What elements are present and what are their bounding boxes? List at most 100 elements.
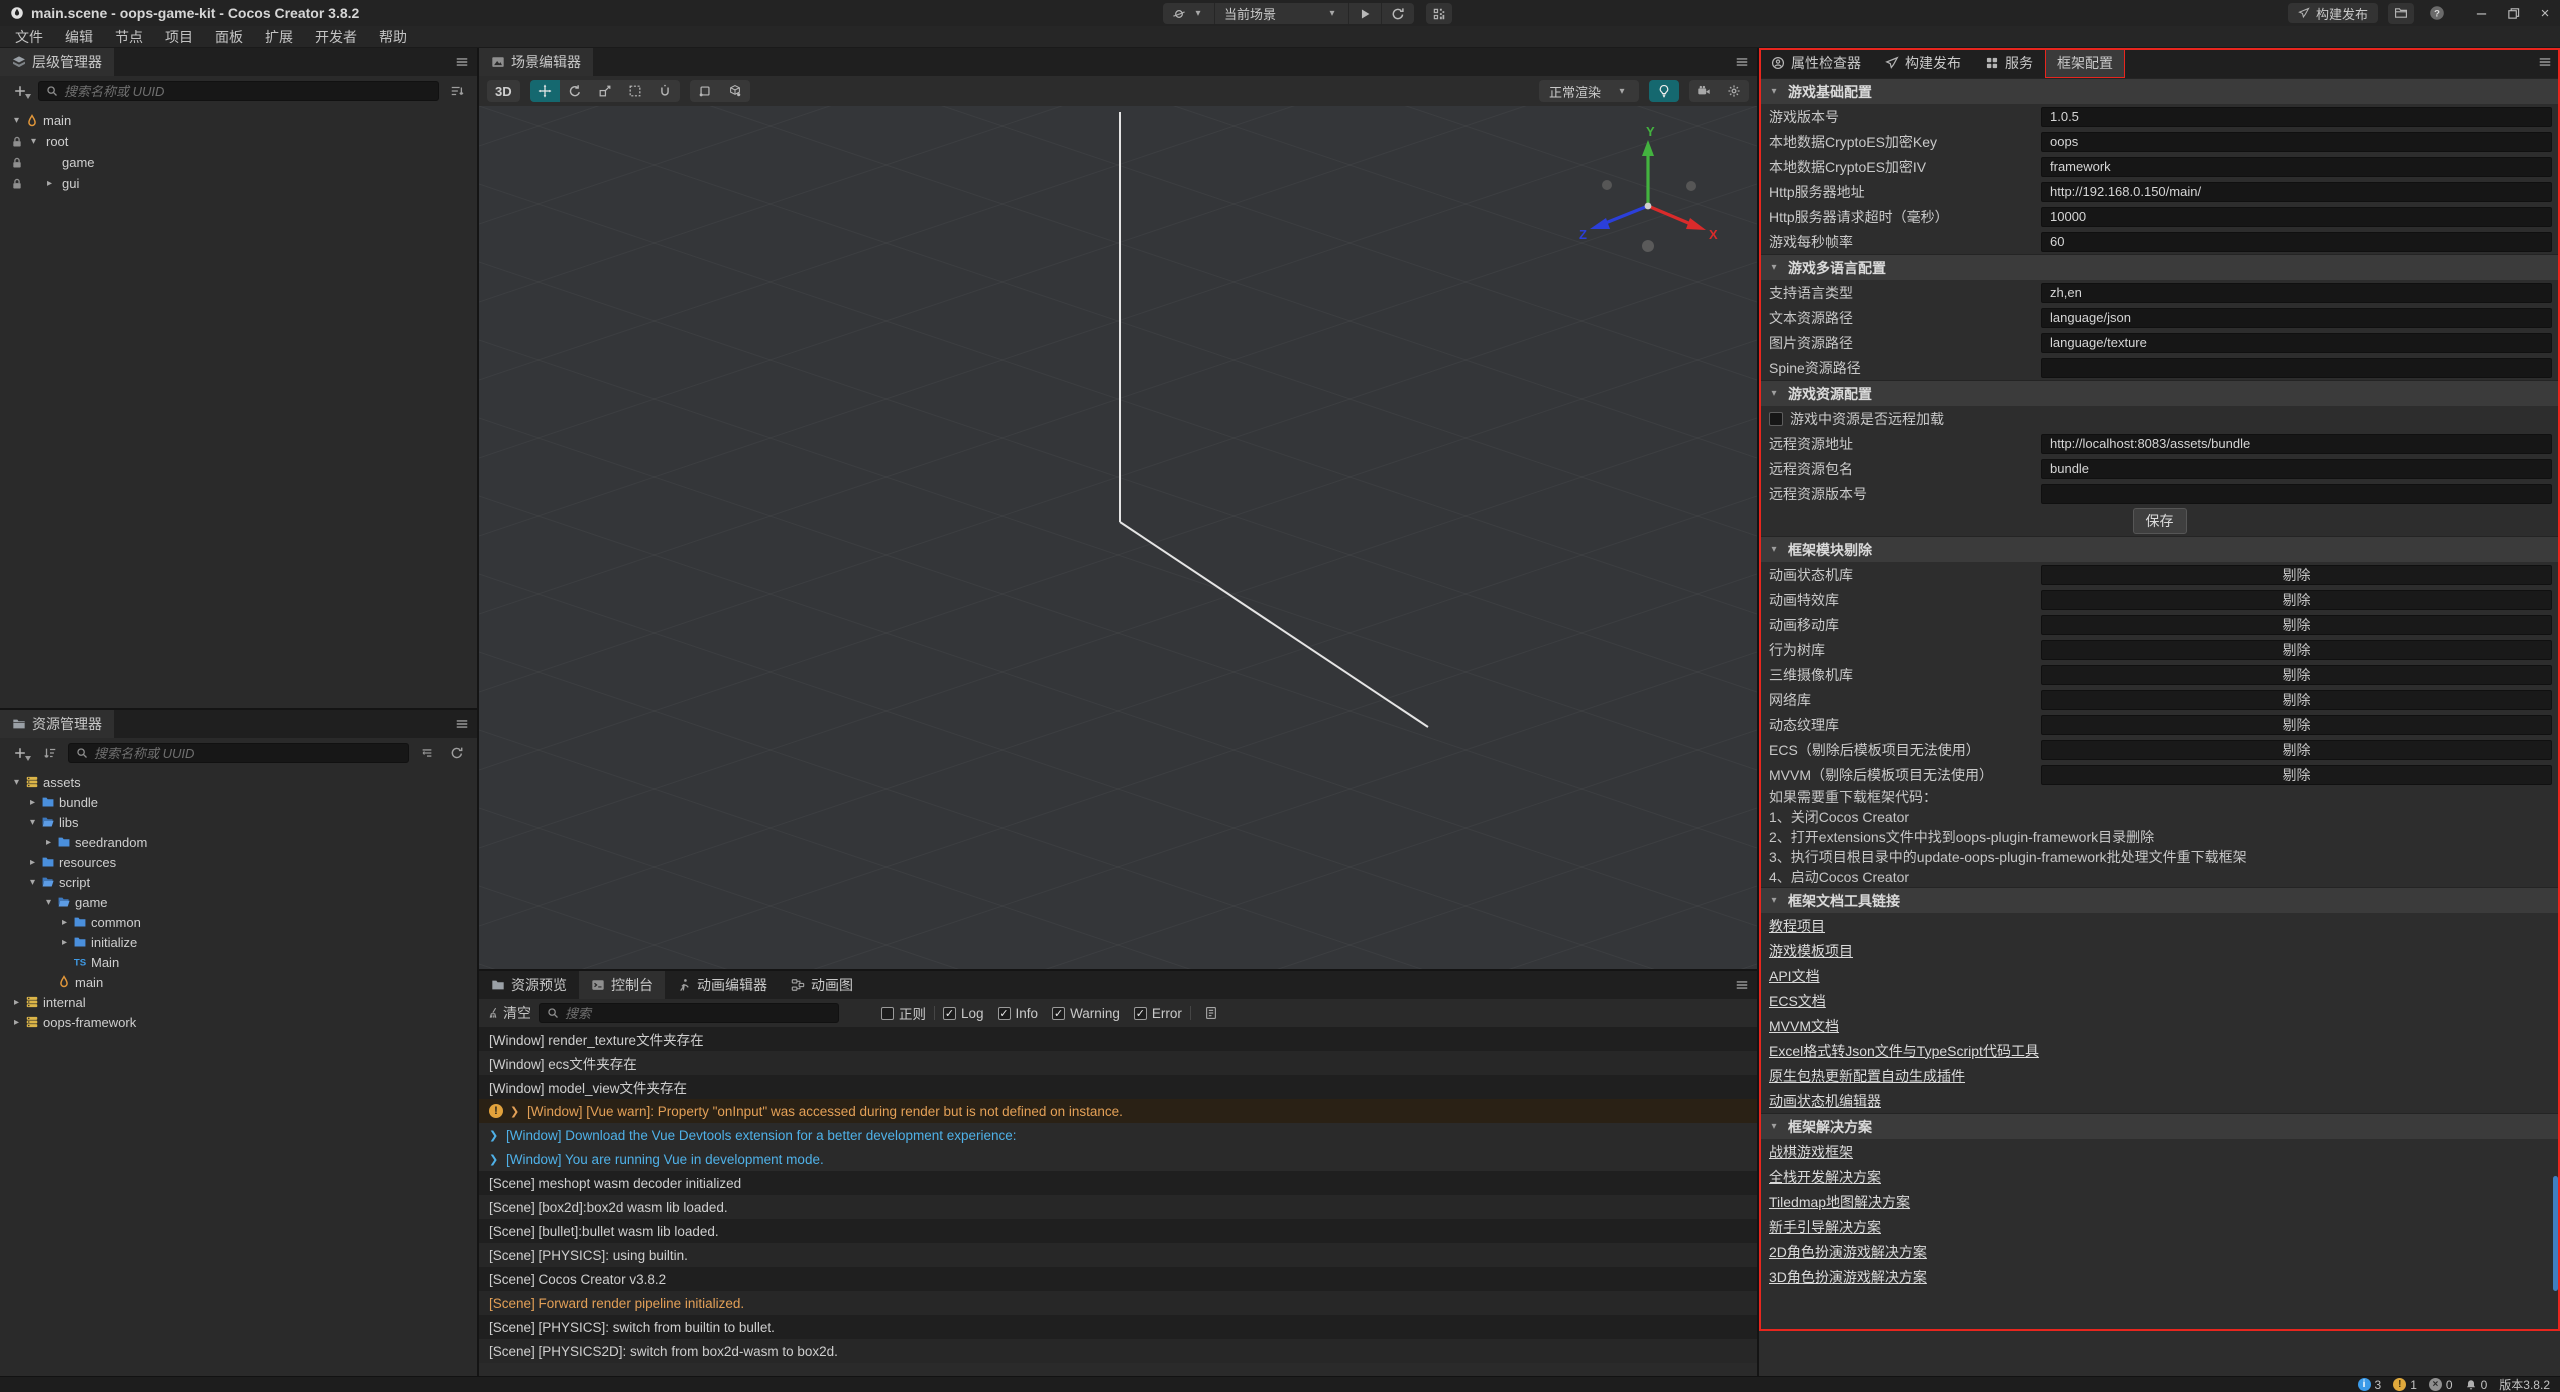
tab-属性检查器[interactable]: 属性检查器: [1759, 48, 1873, 78]
console-search[interactable]: [539, 1003, 839, 1023]
log-row[interactable]: [Window] model_view文件夹存在: [479, 1075, 1757, 1099]
refresh-assets-button[interactable]: [445, 743, 469, 763]
menu-item-1[interactable]: 编辑: [54, 26, 104, 48]
expand-chevron-icon[interactable]: ❯: [489, 1153, 499, 1166]
field-input[interactable]: http://192.168.0.150/main/: [2041, 182, 2552, 202]
panel-menu-icon[interactable]: [1735, 978, 1749, 992]
log-row[interactable]: [Scene] [PHYSICS]: using builtin.: [479, 1243, 1757, 1267]
asset-node-internal[interactable]: ▸internal: [0, 992, 477, 1012]
chevron-icon[interactable]: ▾: [26, 877, 40, 888]
menu-item-7[interactable]: 帮助: [368, 26, 418, 48]
save-button[interactable]: 保存: [2133, 508, 2187, 534]
info-counter[interactable]: i 3: [2358, 1378, 2382, 1392]
chevron-icon[interactable]: ▾: [27, 136, 41, 147]
tab-框架配置[interactable]: 框架配置: [2045, 48, 2125, 78]
remove-module-button[interactable]: 剔除: [2041, 565, 2552, 585]
log-row[interactable]: [Window] render_texture文件夹存在: [479, 1027, 1757, 1051]
asset-node-game[interactable]: ▾game: [0, 892, 477, 912]
maximize-button[interactable]: [2506, 6, 2520, 20]
filter-warning[interactable]: ✓Warning: [1052, 1006, 1120, 1021]
remove-module-button[interactable]: 剔除: [2041, 615, 2552, 635]
field-input[interactable]: bundle: [2041, 459, 2552, 479]
asset-node-bundle[interactable]: ▸bundle: [0, 792, 477, 812]
sort-assets-button[interactable]: [38, 743, 62, 763]
regex-toggle[interactable]: 正则: [881, 1003, 926, 1023]
tree-node-gui[interactable]: ▸gui: [0, 173, 477, 194]
help-button[interactable]: ?: [2424, 3, 2450, 24]
remove-module-button[interactable]: 剔除: [2041, 640, 2552, 660]
asset-node-libs[interactable]: ▾libs: [0, 812, 477, 832]
chevron-icon[interactable]: ▾: [26, 817, 40, 828]
warning-counter[interactable]: ! 1: [2393, 1378, 2417, 1392]
section-header[interactable]: ▾游戏基础配置: [1759, 78, 2560, 104]
log-row[interactable]: [Scene] [box2d]:box2d wasm lib loaded.: [479, 1195, 1757, 1219]
doc-link[interactable]: Excel格式转Json文件与TypeScript代码工具: [1769, 1041, 2039, 1061]
asset-node-seedrandom[interactable]: ▸seedrandom: [0, 832, 477, 852]
asset-node-resources[interactable]: ▸resources: [0, 852, 477, 872]
error-counter[interactable]: × 0: [2429, 1378, 2453, 1392]
log-row[interactable]: [Scene] [bullet]:bullet wasm lib loaded.: [479, 1219, 1757, 1243]
doc-link[interactable]: 全栈开发解决方案: [1769, 1167, 1881, 1187]
doc-link[interactable]: 战棋游戏框架: [1769, 1142, 1853, 1162]
field-input[interactable]: [2041, 358, 2552, 378]
scrollbar-thumb[interactable]: [2553, 1176, 2558, 1291]
minimize-button[interactable]: [2474, 6, 2488, 20]
menu-item-3[interactable]: 项目: [154, 26, 204, 48]
field-input[interactable]: framework: [2041, 157, 2552, 177]
field-input[interactable]: 1.0.5: [2041, 107, 2552, 127]
chevron-icon[interactable]: ▾: [10, 777, 24, 788]
lighting-toggle-button[interactable]: [1649, 80, 1679, 102]
chevron-icon[interactable]: ▸: [26, 797, 40, 808]
tree-node-game[interactable]: game: [0, 152, 477, 173]
scene-viewport[interactable]: Y X Z: [479, 106, 1757, 969]
scene-camera-button[interactable]: [1689, 80, 1719, 102]
chevron-icon[interactable]: ▸: [58, 937, 72, 948]
launch-scene-select[interactable]: 当前场景 ▾: [1215, 3, 1349, 24]
section-header[interactable]: ▾框架文档工具链接: [1759, 887, 2560, 913]
3d-mode-button[interactable]: 3D: [487, 80, 520, 102]
doc-link[interactable]: 3D角色扮演游戏解决方案: [1769, 1267, 1927, 1287]
field-input[interactable]: language/json: [2041, 308, 2552, 328]
field-input[interactable]: zh,en: [2041, 283, 2552, 303]
remove-module-button[interactable]: 剔除: [2041, 665, 2552, 685]
log-file-button[interactable]: [1199, 1003, 1223, 1023]
tree-node-main[interactable]: ▾main: [0, 110, 477, 131]
section-header[interactable]: ▾游戏资源配置: [1759, 380, 2560, 406]
render-mode-select[interactable]: 正常渲染 ▾: [1539, 80, 1639, 102]
filter-log[interactable]: ✓Log: [943, 1006, 984, 1021]
play-button[interactable]: [1349, 3, 1382, 24]
tab-scene-editor[interactable]: 场景编辑器: [479, 48, 593, 76]
field-input[interactable]: http://localhost:8083/assets/bundle: [2041, 434, 2552, 454]
doc-link[interactable]: 游戏模板项目: [1769, 941, 1853, 961]
panel-menu-icon[interactable]: [455, 55, 469, 69]
field-input[interactable]: oops: [2041, 132, 2552, 152]
asset-node-common[interactable]: ▸common: [0, 912, 477, 932]
doc-link[interactable]: MVVM文档: [1769, 1016, 1839, 1036]
assets-search[interactable]: [68, 743, 409, 763]
rotate-tool-button[interactable]: [560, 80, 590, 102]
scene-settings-button[interactable]: [1719, 80, 1749, 102]
regex-checkbox[interactable]: [881, 1007, 894, 1020]
hierarchy-search[interactable]: [38, 81, 439, 101]
log-row[interactable]: [Scene] [PHYSICS]: switch from builtin t…: [479, 1315, 1757, 1339]
doc-link[interactable]: 动画状态机编辑器: [1769, 1091, 1881, 1111]
log-row[interactable]: ❯[Window] Download the Vue Devtools exte…: [479, 1123, 1757, 1147]
filter-checkbox[interactable]: ✓: [1134, 1007, 1147, 1020]
expand-chevron-icon[interactable]: ❯: [489, 1129, 499, 1142]
menu-item-5[interactable]: 扩展: [254, 26, 304, 48]
remove-module-button[interactable]: 剔除: [2041, 740, 2552, 760]
menu-item-4[interactable]: 面板: [204, 26, 254, 48]
field-input[interactable]: 10000: [2041, 207, 2552, 227]
tab-assets[interactable]: 资源管理器: [0, 710, 114, 738]
filter-checkbox[interactable]: ✓: [943, 1007, 956, 1020]
field-input[interactable]: 60: [2041, 232, 2552, 252]
remote-load-checkbox[interactable]: [1769, 412, 1783, 426]
log-row[interactable]: [Scene] Cocos Creator v3.8.2: [479, 1267, 1757, 1291]
remove-module-button[interactable]: 剔除: [2041, 690, 2552, 710]
chevron-icon[interactable]: ▸: [10, 997, 24, 1008]
asset-node-assets[interactable]: ▾assets: [0, 772, 477, 792]
axis-gizmo[interactable]: Y X Z: [1573, 124, 1723, 274]
doc-link[interactable]: API文档: [1769, 966, 1820, 986]
panel-menu-icon[interactable]: [455, 717, 469, 731]
asset-node-oops-framework[interactable]: ▸oops-framework: [0, 1012, 477, 1032]
